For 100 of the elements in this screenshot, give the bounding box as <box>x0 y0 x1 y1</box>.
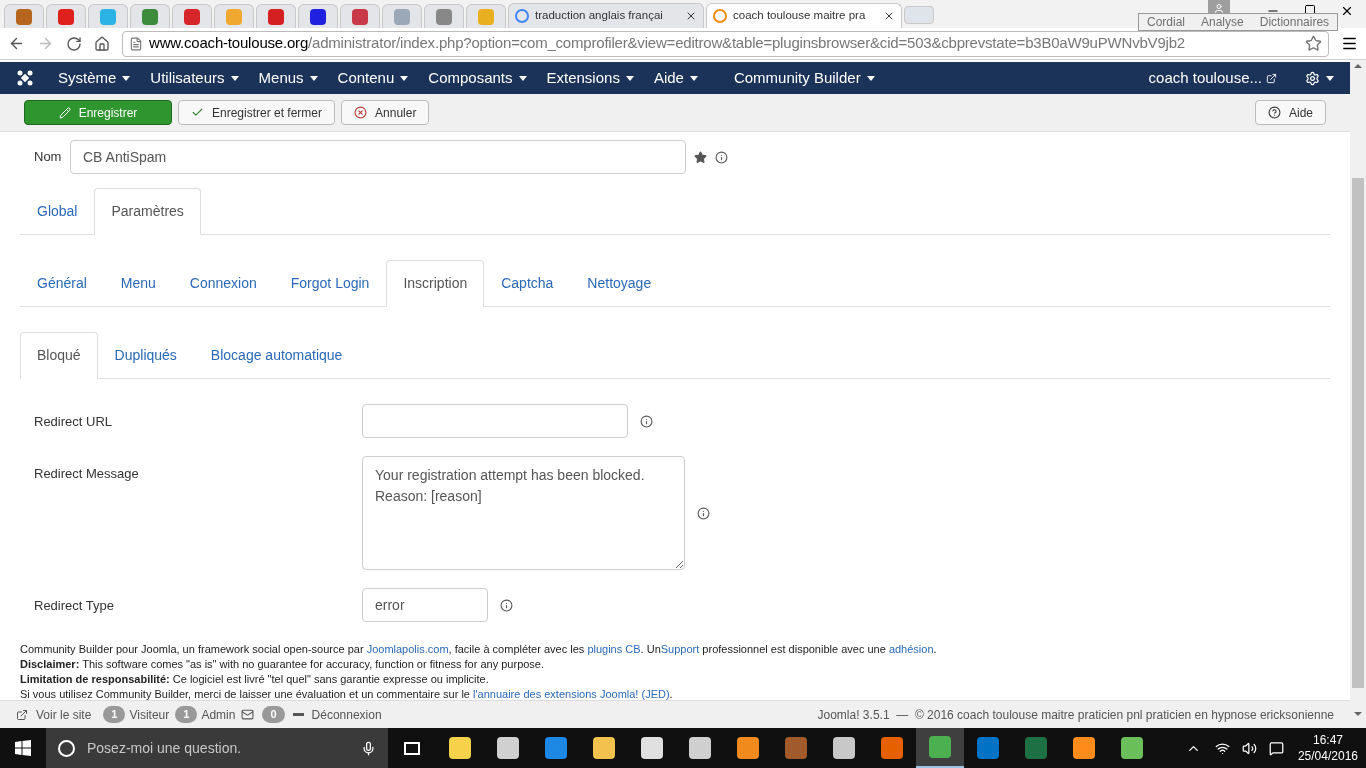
tab[interactable]: Captcha <box>484 260 571 307</box>
favicon-icon <box>478 8 494 25</box>
reload-icon[interactable] <box>66 35 82 52</box>
nav-menu-item[interactable]: Système <box>58 66 131 90</box>
clock[interactable]: 16:47 25/04/2016 <box>1289 732 1366 764</box>
back-icon[interactable] <box>8 35 25 52</box>
wifi-icon[interactable] <box>1214 740 1230 756</box>
nav-menu-item[interactable]: Utilisateurs <box>150 66 239 90</box>
settings-button[interactable] <box>1305 70 1334 86</box>
volume-icon[interactable] <box>1241 740 1257 756</box>
toolbar-button[interactable]: Annuler <box>341 100 430 125</box>
address-bar[interactable]: www.coach-toulouse.org/administrator/index.php?option=com_comprofiler&view=editrow&table=pluginsbrowser&cid=503&cbprevstate=b3B0aW9uPWNvbV9jb2 <box>122 30 1329 57</box>
home-icon[interactable] <box>94 35 110 52</box>
view-site-link[interactable]: Voir le site <box>16 705 92 724</box>
status-text: Visiteur <box>129 706 170 724</box>
footer-text: . <box>933 642 937 657</box>
message-textarea[interactable]: Your registration attempt has been blocked. Reason: [reason] <box>362 456 685 570</box>
tab[interactable]: Nettoyage <box>570 260 669 307</box>
info-icon <box>640 414 653 428</box>
footer-text: , facile à compléter avec les <box>448 642 586 657</box>
close-icon[interactable] <box>883 10 895 22</box>
footer-link[interactable]: Joomlapolis.com <box>366 642 449 657</box>
tab[interactable]: Bloqué <box>20 332 98 379</box>
popup-menu-item[interactable]: Analyse <box>1201 14 1244 30</box>
menu-icon[interactable] <box>1341 35 1358 52</box>
tab[interactable]: Connexion <box>172 260 274 307</box>
field-label: Redirect Type <box>34 597 115 615</box>
help-button[interactable]: Aide <box>1254 100 1326 125</box>
bookmark-star-icon[interactable] <box>1305 35 1322 52</box>
browser-tab[interactable]: traduction anglais françai <box>508 3 704 28</box>
close-icon[interactable] <box>1340 4 1354 18</box>
info-icon <box>697 506 710 520</box>
task-view-icon[interactable] <box>404 741 420 755</box>
nav-menu-item[interactable]: Community Builder <box>733 66 875 90</box>
tab[interactable]: Menu <box>103 260 173 307</box>
tab[interactable]: Général <box>20 260 104 307</box>
info-icon <box>500 598 513 612</box>
pinned-tab[interactable] <box>172 4 212 28</box>
pinned-tab[interactable] <box>256 4 296 28</box>
footer-text: . Un <box>640 642 661 657</box>
favicon-icon <box>16 8 32 25</box>
nav-menu-item[interactable]: Aide <box>653 66 698 90</box>
favicon-icon <box>713 9 727 23</box>
status-text: Admin <box>201 706 236 724</box>
footer-link[interactable]: Support <box>660 642 700 657</box>
logout-link[interactable]: Déconnexion <box>311 705 382 724</box>
browser-tab[interactable]: coach toulouse maitre pra <box>706 3 902 28</box>
footer-text: Disclaimer: This software comes "as is" with no guarantee for accuracy, function or fitness for any purpose. <box>20 657 546 672</box>
page-icon <box>129 36 143 51</box>
close-icon[interactable] <box>685 10 697 22</box>
favicon-icon <box>184 8 200 25</box>
check-icon <box>191 106 204 119</box>
footer-link[interactable]: adhésion <box>888 642 934 657</box>
nav-menu-item[interactable]: Contenu <box>337 66 409 90</box>
favicon-icon <box>226 8 242 25</box>
external-link-icon <box>1266 72 1277 84</box>
count-badge: 0 <box>262 706 285 723</box>
footer-link[interactable]: plugins CB <box>587 642 641 657</box>
toolbar-button[interactable]: Enregistrer et fermer <box>178 100 336 125</box>
nav-menu-item[interactable]: Extensions <box>546 66 634 90</box>
favicon-icon <box>58 8 74 25</box>
tab[interactable]: Forgot Login <box>273 260 387 307</box>
pinned-tab[interactable] <box>130 4 170 28</box>
pinned-tab[interactable] <box>46 4 86 28</box>
nav-menu-item[interactable]: Menus <box>258 66 318 90</box>
user-link[interactable]: coach toulouse... <box>1148 66 1277 90</box>
tab[interactable]: Global <box>20 188 95 235</box>
search-box[interactable]: Posez-moi une question. <box>46 728 388 768</box>
tab[interactable]: Blocage automatique <box>193 332 360 379</box>
toolbar-button[interactable]: Enregistrer <box>24 100 172 125</box>
footer-link[interactable]: l'annuaire des extensions Joomla! (JED) <box>473 687 670 702</box>
text-field[interactable]: error <box>362 588 488 622</box>
notification-icon[interactable] <box>1268 740 1284 756</box>
microphone-icon[interactable] <box>361 740 376 756</box>
pinned-tab[interactable] <box>298 4 338 28</box>
field-label: Redirect Message <box>34 465 140 483</box>
mail-icon <box>241 708 255 721</box>
pinned-tab[interactable] <box>340 4 380 28</box>
tab[interactable]: Paramètres <box>94 188 201 235</box>
pinned-tab[interactable] <box>4 4 44 28</box>
nav-menu-item[interactable]: Composants <box>428 66 527 90</box>
info-icon <box>715 150 728 164</box>
popup-menu-item[interactable]: Dictionnaires <box>1259 14 1330 30</box>
star-icon <box>694 150 707 164</box>
name-field[interactable]: CB AntiSpam <box>70 140 686 174</box>
caret-icon <box>309 75 318 81</box>
tab[interactable]: Dupliqués <box>97 332 194 379</box>
url-field[interactable] <box>362 404 628 438</box>
caret-icon <box>625 75 634 81</box>
caret-icon <box>866 75 875 81</box>
tab[interactable]: Inscription <box>386 260 485 307</box>
scrollbar-drawing[interactable] <box>1350 60 1366 728</box>
windows-logo-icon[interactable] <box>15 740 31 756</box>
favicon-icon <box>436 8 452 25</box>
favicon-icon <box>394 8 410 25</box>
popup-menu-item[interactable]: Cordial <box>1147 14 1185 30</box>
footer-text: professionnel est disponible avec une <box>701 642 887 657</box>
external-link-icon <box>16 708 28 721</box>
cortana-icon <box>58 739 75 757</box>
joomla-logo-icon[interactable] <box>16 69 34 87</box>
